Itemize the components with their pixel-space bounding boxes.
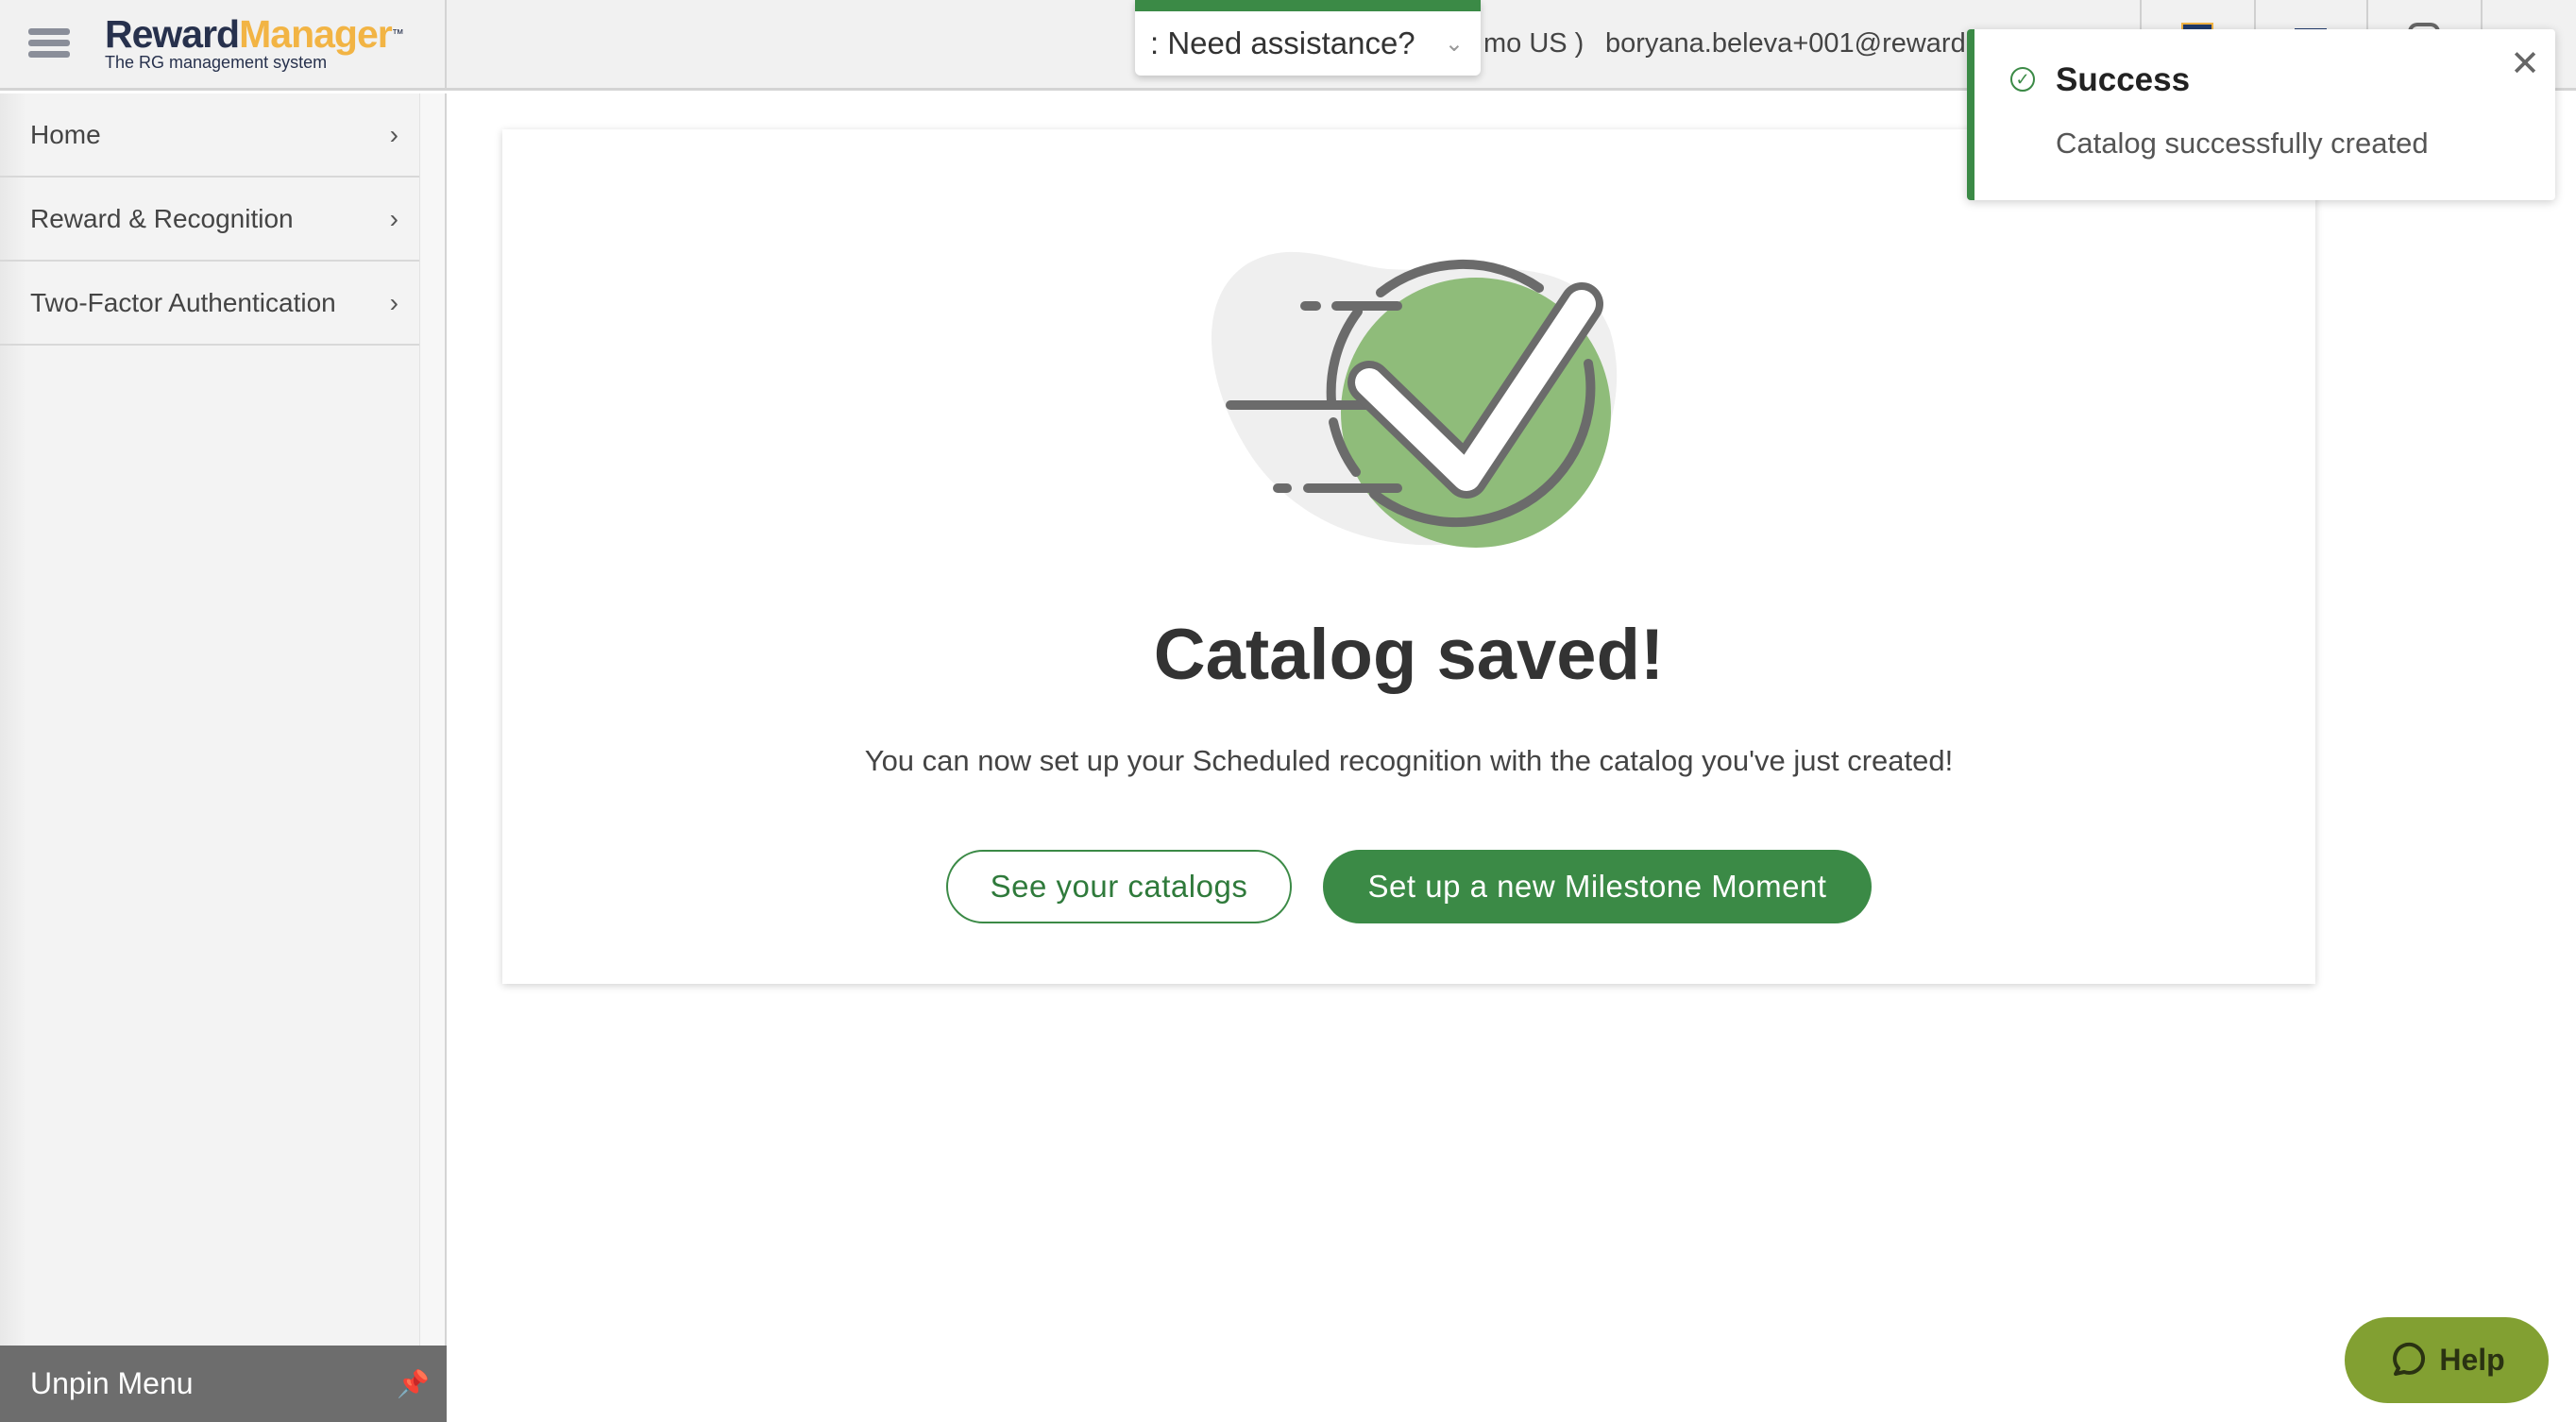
sidebar-item-label: Reward & Recognition (30, 203, 294, 233)
unpin-label: Unpin Menu (30, 1366, 194, 1400)
user-email[interactable]: boryana.beleva+001@rewardg (1605, 28, 1981, 59)
check-circle-icon: ✓ (2010, 67, 2035, 92)
toast-title: Success (2056, 61, 2191, 98)
chevron-down-icon: ⌄ (1444, 30, 1464, 57)
account-name: mo US ) (1483, 28, 1585, 59)
sidebar: Home › Reward & Recognition › Two-Factor A… (0, 93, 447, 1422)
unpin-menu-button[interactable]: Unpin Menu 📌 (0, 1346, 447, 1422)
toast-message: Catalog successfully created (2056, 127, 2429, 160)
sidebar-item-label: Two-Factor Authentication (30, 287, 336, 317)
sidebar-item-reward-recognition[interactable]: Reward & Recognition › (0, 178, 419, 262)
hamburger-menu-icon[interactable] (28, 28, 70, 58)
logo-manager: Manager (239, 12, 393, 56)
logo-reward: Reward (105, 12, 240, 56)
chevron-right-icon: › (389, 203, 398, 233)
see-catalogs-button[interactable]: See your catalogs (946, 850, 1292, 923)
sidebar-item-two-factor-authentication[interactable]: Two-Factor Authentication › (0, 262, 419, 346)
assistance-label: : Need assistance? (1150, 25, 1415, 60)
help-button[interactable]: Help (2345, 1317, 2549, 1403)
page-subtitle: You can now set up your Scheduled recogn… (864, 744, 1954, 777)
sidebar-item-home[interactable]: Home › (0, 93, 419, 178)
chevron-right-icon: › (389, 287, 398, 317)
logo[interactable]: RewardManager™ The RG management system (105, 12, 404, 73)
page-title: Catalog saved! (1153, 615, 1665, 695)
help-label: Help (2439, 1343, 2505, 1377)
chat-bubble-icon (2393, 1342, 2426, 1376)
sidebar-item-label: Home (30, 119, 101, 149)
sidebar-scrollbar[interactable] (419, 93, 445, 1346)
logo-tagline: The RG management system (105, 53, 328, 72)
pin-icon: 📌 (397, 1369, 430, 1398)
success-toast: ✓ Success Catalog successfully created ✕ (1967, 29, 2555, 200)
chevron-right-icon: › (389, 119, 398, 149)
close-icon[interactable]: ✕ (2510, 42, 2540, 85)
need-assistance-dropdown[interactable]: : Need assistance? ⌄ (1135, 0, 1481, 76)
setup-milestone-moment-button[interactable]: Set up a new Milestone Moment (1323, 850, 1872, 923)
success-check-illustration (1211, 251, 1618, 548)
logo-tm: ™ (391, 26, 404, 41)
brand-area: RewardManager™ The RG management system (0, 0, 447, 91)
